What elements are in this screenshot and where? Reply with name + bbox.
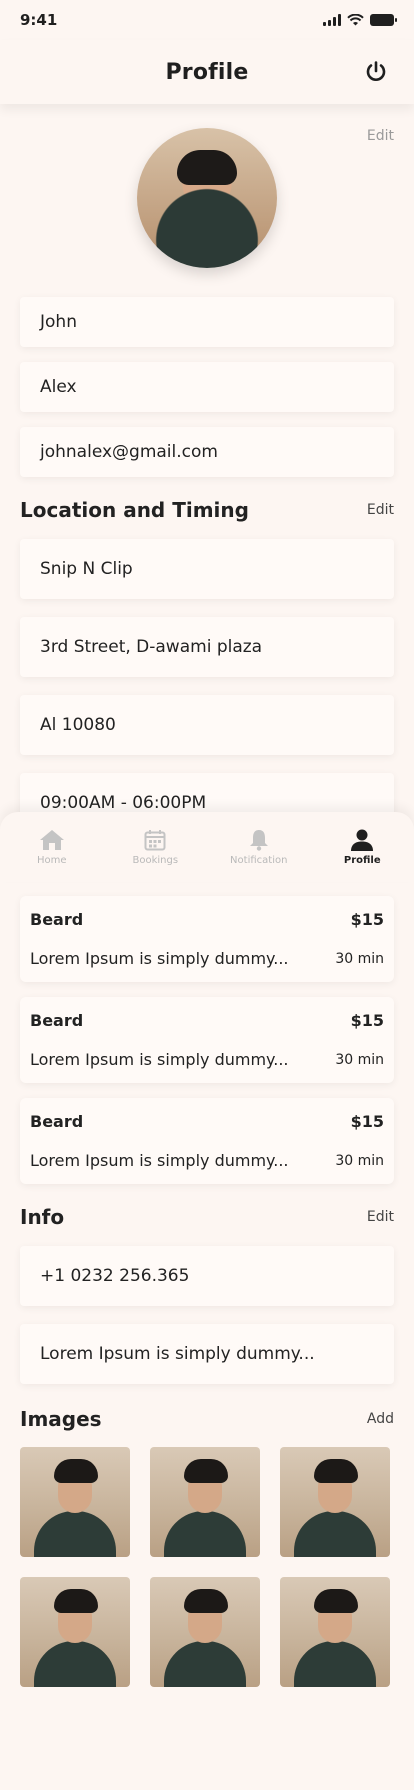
status-time: 9:41 — [20, 11, 58, 29]
edit-location-button[interactable]: Edit — [367, 502, 394, 518]
images-section-title: Images — [20, 1407, 102, 1431]
service-duration: 30 min — [335, 1152, 384, 1169]
gallery-image[interactable] — [20, 1577, 130, 1687]
info-description-field[interactable]: Lorem Ipsum is simply dummy... — [20, 1324, 394, 1384]
first-name-field[interactable]: John — [20, 297, 394, 347]
location-section-title: Location and Timing — [20, 498, 249, 522]
service-card[interactable]: Beard $15 Lorem Ipsum is simply dummy...… — [20, 1098, 394, 1184]
page-title: Profile — [165, 59, 249, 85]
tab-bookings[interactable]: Bookings — [110, 829, 200, 866]
service-description: Lorem Ipsum is simply dummy... — [30, 1151, 289, 1170]
person-icon — [351, 829, 374, 851]
address-field[interactable]: 3rd Street, D-awami plaza — [20, 617, 394, 677]
cellular-signal-icon — [323, 14, 341, 26]
gallery-image[interactable] — [150, 1447, 260, 1557]
power-icon — [366, 61, 386, 81]
home-icon — [39, 829, 64, 850]
gallery-image[interactable] — [280, 1447, 390, 1557]
tab-bookings-label: Bookings — [132, 854, 179, 866]
service-card[interactable]: Beard $15 Lorem Ipsum is simply dummy...… — [20, 997, 394, 1083]
service-price: $15 — [350, 1011, 384, 1030]
edit-profile-button[interactable]: Edit — [367, 128, 394, 144]
gallery-image[interactable] — [280, 1577, 390, 1687]
tab-home[interactable]: Home — [7, 829, 97, 866]
service-duration: 30 min — [335, 950, 384, 967]
last-name-field[interactable]: Alex — [20, 362, 394, 412]
postal-code-field[interactable]: Al 10080 — [20, 695, 394, 755]
tab-home-label: Home — [36, 854, 67, 866]
gallery-image[interactable] — [150, 1577, 260, 1687]
service-price: $15 — [350, 1112, 384, 1131]
service-description: Lorem Ipsum is simply dummy... — [30, 949, 289, 968]
add-image-button[interactable]: Add — [367, 1411, 394, 1427]
battery-icon — [370, 14, 397, 26]
tab-profile-label: Profile — [343, 854, 381, 866]
service-price: $15 — [350, 910, 384, 929]
tab-notification-label: Notification — [230, 854, 288, 866]
service-description: Lorem Ipsum is simply dummy... — [30, 1050, 289, 1069]
profile-avatar[interactable] — [137, 128, 277, 268]
service-name: Beard — [30, 1112, 84, 1131]
calendar-icon — [144, 829, 166, 850]
gallery-image[interactable] — [20, 1447, 130, 1557]
service-name: Beard — [30, 1011, 84, 1030]
status-icons — [323, 14, 397, 26]
tab-profile[interactable]: Profile — [317, 829, 407, 866]
edit-info-button[interactable]: Edit — [367, 1209, 394, 1225]
wifi-icon — [347, 14, 364, 26]
service-name: Beard — [30, 910, 84, 929]
tab-notification[interactable]: Notification — [214, 829, 304, 866]
bell-icon — [249, 829, 268, 851]
bottom-tab-bar: Home Bookings Notification Profile — [0, 812, 414, 882]
service-card[interactable]: Beard $15 Lorem Ipsum is simply dummy...… — [20, 896, 394, 982]
info-section-title: Info — [20, 1205, 65, 1229]
service-duration: 30 min — [335, 1051, 384, 1068]
power-button[interactable] — [358, 54, 394, 90]
phone-field[interactable]: +1 0232 256.365 — [20, 1246, 394, 1306]
email-field[interactable]: johnalex@gmail.com — [20, 427, 394, 477]
app-header: Profile — [0, 40, 414, 104]
status-bar: 9:41 — [0, 0, 414, 40]
shop-name-field[interactable]: Snip N Clip — [20, 539, 394, 599]
